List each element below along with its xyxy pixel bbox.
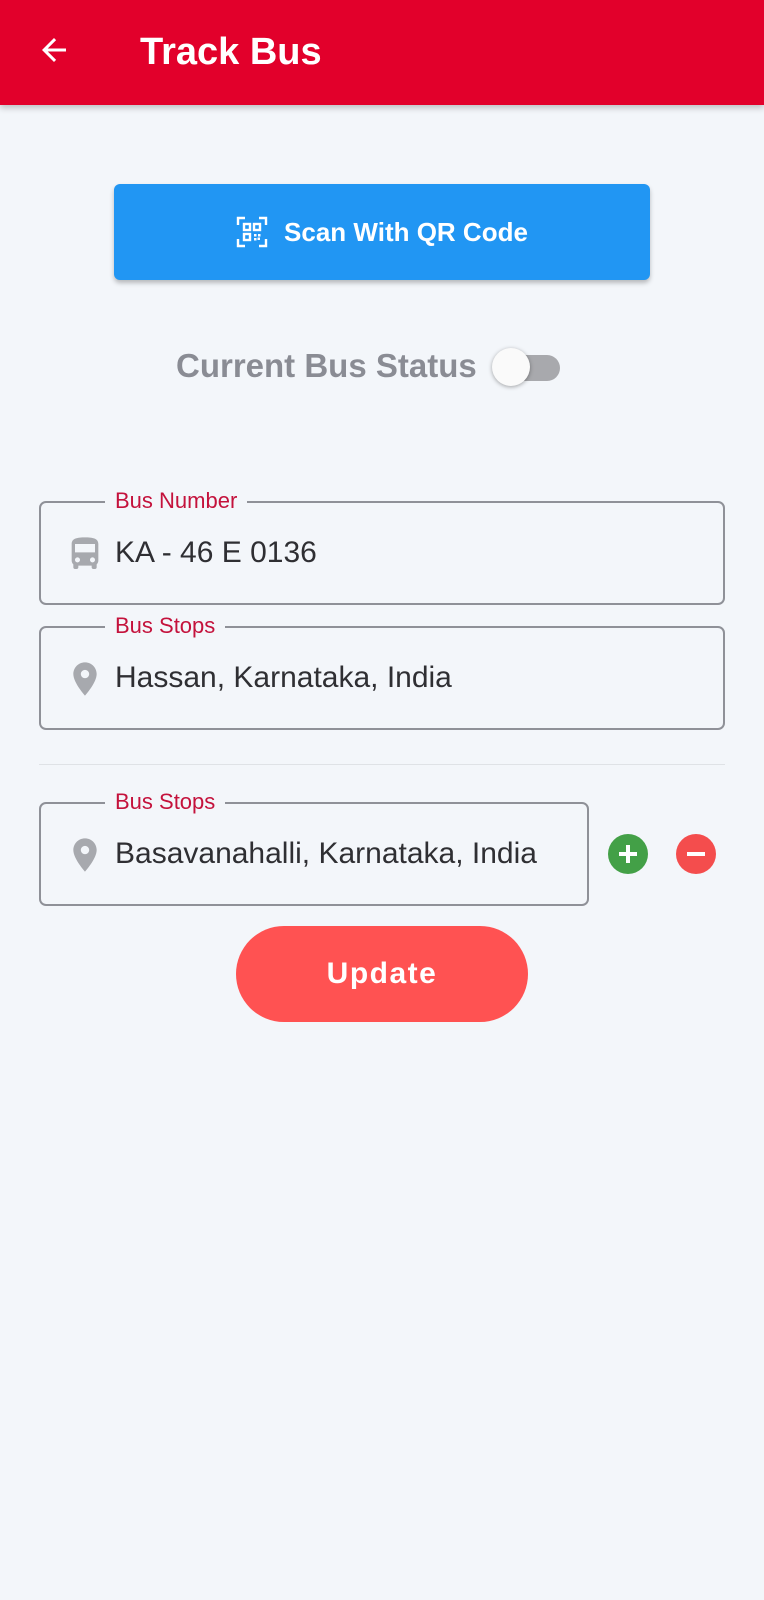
back-button[interactable] <box>26 22 82 78</box>
remove-circle-icon <box>687 852 705 856</box>
location-pin-icon <box>73 662 97 696</box>
bus-icon <box>71 537 99 569</box>
update-button[interactable]: Update <box>236 926 528 1022</box>
arrow-back-icon <box>42 38 66 62</box>
bus-stop-field[interactable]: Bus Stops Hassan, Karnataka, India <box>39 614 725 730</box>
add-circle-icon <box>619 845 637 863</box>
bus-stop-value: Hassan, Karnataka, India <box>115 661 452 694</box>
bus-stop-label: Bus Stops <box>105 614 226 638</box>
section-divider <box>39 764 725 765</box>
qr-scan-icon <box>236 216 268 248</box>
page-title: Track Bus <box>140 31 322 73</box>
bus-status-toggle[interactable] <box>492 347 564 387</box>
remove-stop-button[interactable] <box>676 834 716 874</box>
scan-qr-label: Scan With QR Code <box>284 216 528 247</box>
bus-stop-field[interactable]: Bus Stops Basavanahalli, Karnataka, Indi… <box>39 790 589 906</box>
add-stop-button[interactable] <box>608 834 648 874</box>
toggle-thumb <box>492 348 530 386</box>
bus-number-label: Bus Number <box>105 489 248 513</box>
scan-qr-button[interactable]: Scan With QR Code <box>114 184 650 280</box>
location-pin-icon <box>73 838 97 872</box>
bus-stop-label: Bus Stops <box>105 790 226 814</box>
bus-status-label: Current Bus Status <box>176 347 477 384</box>
bus-number-field[interactable]: Bus Number KA - 46 E 0136 <box>39 489 725 605</box>
bus-stop-value: Basavanahalli, Karnataka, India <box>115 837 537 870</box>
bus-number-value: KA - 46 E 0136 <box>115 536 317 569</box>
app-bar: Track Bus <box>0 0 764 105</box>
